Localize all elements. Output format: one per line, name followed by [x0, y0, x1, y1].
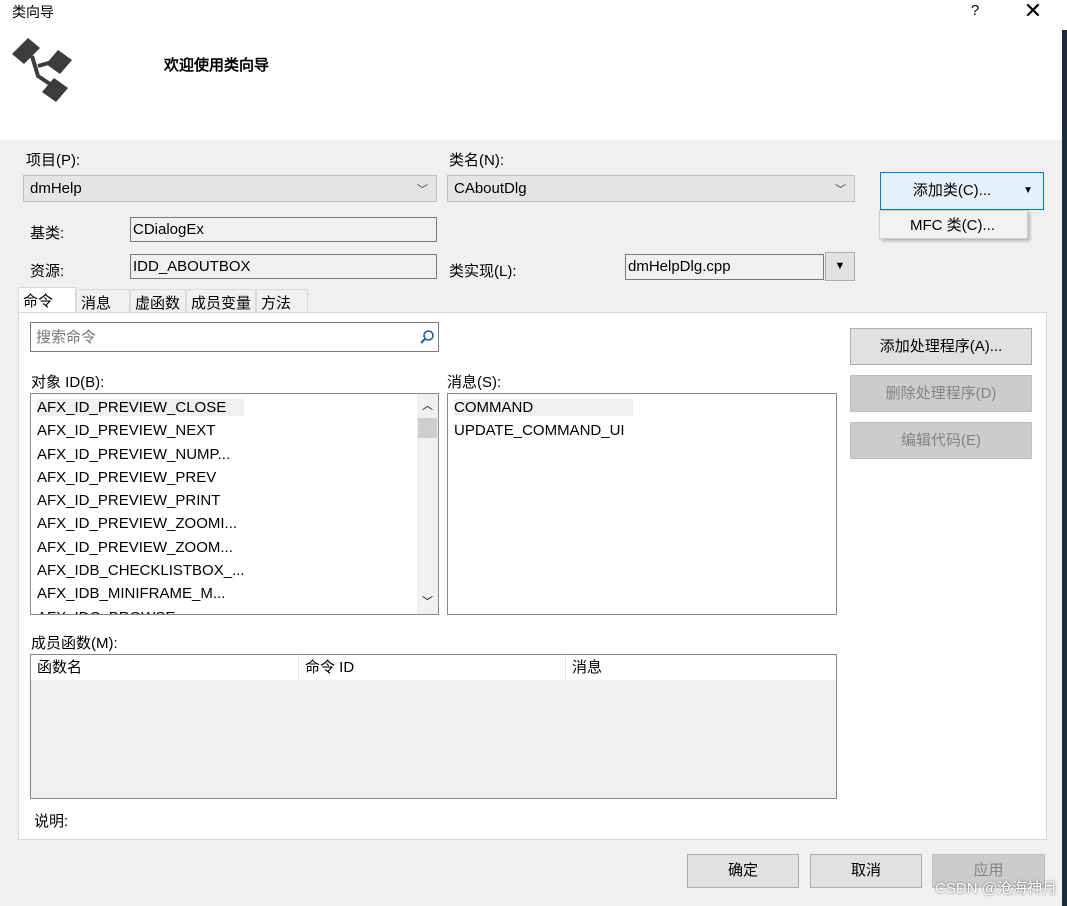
list-item[interactable]: AFX_IDC_BROWSE	[31, 606, 417, 614]
list-item[interactable]: AFX_ID_PREVIEW_NUMP...	[31, 443, 417, 466]
classname-label: 类名(N):	[449, 152, 504, 169]
add-handler-button[interactable]: 添加处理程序(A)...	[850, 328, 1032, 365]
object-ids-list[interactable]: AFX_ID_PREVIEW_CLOSE AFX_ID_PREVIEW_NEXT…	[30, 393, 439, 615]
grid-header: 函数名 命令 ID 消息	[31, 655, 836, 680]
scroll-up-icon[interactable]: ︿	[417, 396, 438, 416]
dropdown-arrow-icon: ▼	[834, 260, 846, 272]
class-impl-field: dmHelpDlg.cpp	[625, 254, 824, 280]
project-combo[interactable]: dmHelp ﹀	[23, 175, 437, 202]
welcome-heading: 欢迎使用类向导	[164, 56, 270, 74]
resource-field: IDD_ABOUTBOX	[130, 254, 437, 279]
dropdown-arrow-icon: ▼	[1023, 185, 1033, 196]
object-ids-scrollbar[interactable]: ︿ ﹀	[417, 394, 438, 614]
member-functions-label: 成员函数(M):	[31, 635, 118, 652]
search-input[interactable]	[34, 324, 404, 350]
classname-combo[interactable]: CAboutDlg ﹀	[447, 175, 855, 202]
column-header-function-name[interactable]: 函数名	[31, 655, 299, 680]
delete-handler-button[interactable]: 删除处理程序(D)	[850, 375, 1032, 412]
title-bar	[0, 0, 1067, 30]
class-impl-label: 类实现(L):	[449, 263, 517, 280]
chevron-down-icon: ﹀	[835, 184, 846, 196]
column-header-message[interactable]: 消息	[566, 655, 834, 680]
project-label: 项目(P):	[26, 152, 81, 169]
list-item[interactable]: AFX_IDB_CHECKLISTBOX_...	[31, 559, 417, 582]
tab-virtual-functions[interactable]: 虚函数	[130, 289, 186, 313]
menu-item-mfc-class[interactable]: MFC 类(C)...	[880, 211, 1027, 235]
close-button[interactable]: ✕	[1014, 0, 1052, 24]
list-item[interactable]: AFX_ID_PREVIEW_PREV	[31, 466, 417, 489]
tab-member-variables[interactable]: 成员变量	[186, 289, 256, 313]
wizard-header	[0, 30, 1062, 140]
class-wizard-logo-icon	[12, 38, 72, 102]
scroll-down-icon[interactable]: ﹀	[417, 592, 438, 612]
ok-button[interactable]: 确定	[687, 854, 799, 888]
messages-list[interactable]: COMMAND UPDATE_COMMAND_UI	[447, 393, 837, 615]
classname-value: CAboutDlg	[454, 180, 527, 197]
csdn-watermark: CSDN @沧海神月	[935, 880, 1057, 897]
list-item[interactable]: AFX_ID_PREVIEW_NEXT	[31, 419, 417, 442]
search-box[interactable]	[30, 322, 439, 352]
class-impl-dropdown-button[interactable]: ▼	[825, 252, 855, 281]
search-icon[interactable]	[419, 329, 435, 345]
list-item[interactable]: AFX_IDB_MINIFRAME_M...	[31, 582, 417, 605]
column-header-command-id[interactable]: 命令 ID	[299, 655, 566, 680]
list-item[interactable]: UPDATE_COMMAND_UI	[448, 419, 836, 442]
description-label: 说明:	[34, 813, 69, 830]
member-functions-grid[interactable]: 函数名 命令 ID 消息	[30, 654, 837, 799]
tab-commands[interactable]: 命令	[18, 287, 76, 313]
base-class-field: CDialogEx	[130, 217, 437, 242]
messages-label: 消息(S):	[447, 374, 502, 391]
project-value: dmHelp	[30, 180, 82, 197]
list-item[interactable]: AFX_ID_PREVIEW_ZOOM...	[31, 536, 417, 559]
tab-methods[interactable]: 方法	[256, 289, 308, 313]
list-item[interactable]: AFX_ID_PREVIEW_CLOSE	[31, 396, 417, 419]
add-class-menu: MFC 类(C)...	[879, 210, 1028, 239]
tab-messages[interactable]: 消息	[76, 289, 130, 313]
base-class-label: 基类:	[30, 225, 65, 242]
object-ids-label: 对象 ID(B):	[31, 374, 105, 391]
edit-code-button[interactable]: 编辑代码(E)	[850, 422, 1032, 459]
window-title: 类向导	[12, 4, 54, 20]
cancel-button[interactable]: 取消	[810, 854, 922, 888]
scroll-thumb[interactable]	[418, 418, 437, 438]
list-item[interactable]: AFX_ID_PREVIEW_ZOOMI...	[31, 512, 417, 535]
list-item[interactable]: AFX_ID_PREVIEW_PRINT	[31, 489, 417, 512]
add-class-button[interactable]: 添加类(C)... ▼	[880, 172, 1044, 210]
chevron-down-icon: ﹀	[417, 184, 428, 196]
resource-label: 资源:	[30, 263, 65, 280]
background-window-edge	[1062, 30, 1067, 906]
list-item[interactable]: COMMAND	[448, 396, 836, 419]
add-class-label: 添加类(C)...	[912, 182, 992, 199]
help-button[interactable]: ?	[962, 0, 988, 24]
